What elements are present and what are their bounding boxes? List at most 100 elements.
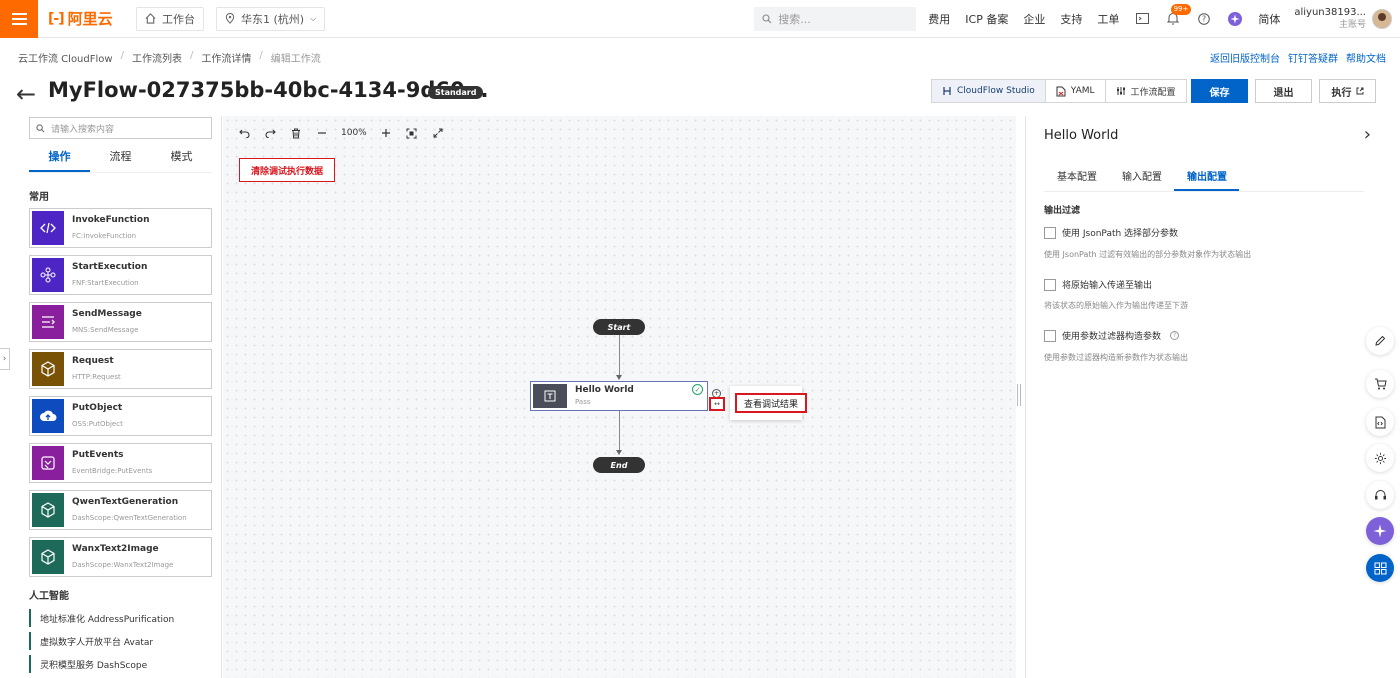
zoom-in-icon[interactable] xyxy=(379,126,393,140)
help-docs-link[interactable]: 帮助文档 xyxy=(1346,50,1386,65)
ai-assistant-float-icon[interactable] xyxy=(1366,517,1394,545)
tab-flow[interactable]: 流程 xyxy=(90,148,151,172)
breadcrumb-cloudflow[interactable]: 云工作流 CloudFlow xyxy=(18,50,113,65)
mode-flow-config[interactable]: 工作流配置 xyxy=(1106,80,1186,102)
start-node[interactable]: Start xyxy=(593,319,645,335)
page-title: MyFlow-027375bb-40bc-4134-9d60... xyxy=(48,78,489,102)
breadcrumb-separator: / xyxy=(259,50,263,61)
workbench-button[interactable]: 工作台 xyxy=(136,6,204,31)
action-name: StartExecution xyxy=(72,262,148,272)
tab-output-config[interactable]: 输出配置 xyxy=(1174,164,1239,191)
action-card-put-events[interactable]: PutEvents EventBridge:PutEvents xyxy=(29,443,212,483)
action-card-put-object[interactable]: PutObject OSS:PutObject xyxy=(29,396,212,436)
nav-link-icp[interactable]: ICP 备案 xyxy=(965,11,1008,27)
option-param-filter[interactable]: 使用参数过滤器构造参数 ? xyxy=(1044,329,1180,342)
mode-cloudflow-studio[interactable]: CloudFlow Studio xyxy=(932,80,1046,102)
redo-icon[interactable] xyxy=(263,126,277,140)
nav-link-ticket[interactable]: 工单 xyxy=(1097,11,1119,27)
cube-icon xyxy=(32,540,64,574)
jsonpath-checkbox[interactable] xyxy=(1044,226,1056,239)
aliyun-logo[interactable]: [-] 阿里云 xyxy=(48,8,118,29)
legacy-console-link[interactable]: 返回旧版控制台 xyxy=(1210,50,1280,65)
flow-icon xyxy=(943,87,951,95)
pass-state-icon xyxy=(533,384,567,408)
bell-icon[interactable]: 99+ xyxy=(1165,3,1192,27)
terminal-icon[interactable] xyxy=(1134,11,1150,27)
logo-text: 阿里云 xyxy=(67,10,113,28)
zoom-out-icon[interactable] xyxy=(315,126,329,140)
flow-nodes-icon xyxy=(32,258,64,292)
collapse-panel-chevron-icon[interactable]: › xyxy=(1364,124,1371,145)
mode-yaml[interactable]: YAML xyxy=(1046,80,1106,102)
tab-input-config[interactable]: 输入配置 xyxy=(1109,164,1174,191)
param-filter-checkbox[interactable] xyxy=(1044,329,1056,342)
document-code-icon[interactable] xyxy=(1366,408,1394,436)
settings-gear-icon[interactable] xyxy=(1366,444,1394,472)
nav-link-billing[interactable]: 费用 xyxy=(928,11,950,27)
apps-grid-icon[interactable] xyxy=(1366,554,1394,582)
ai-item-address-purification[interactable]: 地址标准化 AddressPurification xyxy=(29,609,174,627)
run-button[interactable]: 执行 xyxy=(1319,79,1376,103)
global-search-input[interactable]: 搜索... xyxy=(754,6,917,31)
action-sub: MNS:SendMessage xyxy=(72,326,139,334)
user-menu[interactable]: aliyun38193... 主账号 xyxy=(1294,6,1392,32)
option-jsonpath[interactable]: 使用 JsonPath 选择部分参数 xyxy=(1044,226,1178,239)
zoom-level: 100% xyxy=(341,128,367,138)
breadcrumb-flow-detail[interactable]: 工作流详情 xyxy=(201,50,251,65)
raw-input-checkbox[interactable] xyxy=(1044,278,1056,291)
edit-pen-icon[interactable] xyxy=(1366,327,1394,355)
panel-resize-handle[interactable] xyxy=(1017,384,1021,406)
clear-debug-data-button[interactable]: 清除调试执行数据 xyxy=(239,158,335,182)
tab-patterns[interactable]: 模式 xyxy=(151,148,212,172)
view-debug-result-button[interactable]: 查看调试结果 xyxy=(735,393,807,413)
language-switch[interactable]: 简体 xyxy=(1258,11,1280,27)
action-card-wanx-text2image[interactable]: WanxText2Image DashScope:WanxText2Image xyxy=(29,537,212,577)
action-name: PutEvents xyxy=(72,450,124,460)
cart-icon[interactable] xyxy=(1366,370,1394,398)
ai-item-avatar[interactable]: 虚拟数字人开放平台 Avatar xyxy=(29,632,174,650)
nav-link-support[interactable]: 支持 xyxy=(1060,11,1082,27)
action-card-qwen-text-generation[interactable]: QwenTextGeneration DashScope:QwenTextGene… xyxy=(29,490,212,530)
node-type: Pass xyxy=(575,398,591,406)
option-pass-raw-input[interactable]: 将原始输入传递至输出 xyxy=(1044,278,1152,291)
action-card-start-execution[interactable]: StartExecution FNF:StartExecution xyxy=(29,255,212,295)
headset-icon[interactable] xyxy=(1366,481,1394,509)
view-result-trigger-icon[interactable]: ↔ xyxy=(709,397,725,411)
action-sub: FNF:StartExecution xyxy=(72,279,139,287)
breadcrumb-separator: / xyxy=(189,50,194,61)
exit-button[interactable]: 退出 xyxy=(1255,79,1312,103)
end-node[interactable]: End xyxy=(593,457,645,473)
region-label: 华东1 (杭州) xyxy=(241,12,305,26)
action-card-request[interactable]: Request HTTP:Request xyxy=(29,349,212,389)
back-arrow-icon[interactable]: ← xyxy=(16,80,36,108)
help-icon[interactable]: ? xyxy=(1196,11,1212,27)
ai-assistant-icon[interactable] xyxy=(1227,11,1243,27)
chevron-right-icon[interactable]: › xyxy=(0,348,10,370)
tab-basic-config[interactable]: 基本配置 xyxy=(1044,164,1109,191)
question-mark-icon[interactable]: ? xyxy=(1170,331,1180,340)
top-right-links: 返回旧版控制台 钉钉答疑群 帮助文档 xyxy=(1210,50,1386,65)
fullscreen-icon[interactable] xyxy=(431,126,445,140)
tab-operations[interactable]: 操作 xyxy=(29,148,90,172)
fit-view-icon[interactable] xyxy=(405,126,419,140)
save-button[interactable]: 保存 xyxy=(1191,79,1248,103)
action-card-send-message[interactable]: SendMessage MNS:SendMessage xyxy=(29,302,212,342)
mode-label: 工作流配置 xyxy=(1130,87,1176,98)
flow-canvas[interactable]: 100% 清除调试执行数据 Start Hello World Pass ✓ +… xyxy=(223,116,1016,678)
hamburger-menu-icon[interactable] xyxy=(0,0,38,38)
region-selector[interactable]: 华东1 (杭州) ⌵ xyxy=(216,6,326,31)
events-icon xyxy=(32,446,64,480)
avatar[interactable] xyxy=(1372,8,1392,29)
undo-icon[interactable] xyxy=(237,126,251,140)
node-search-input[interactable]: 请输入搜索内容 xyxy=(29,117,212,139)
nav-link-enterprise[interactable]: 企业 xyxy=(1023,11,1045,27)
dingtalk-group-link[interactable]: 钉钉答疑群 xyxy=(1288,50,1338,65)
code-icon xyxy=(32,211,64,245)
location-icon xyxy=(225,13,235,24)
option-label: 将原始输入传递至输出 xyxy=(1062,281,1153,291)
action-card-invoke-function[interactable]: InvokeFunction FC:InvokeFunction xyxy=(29,208,212,248)
state-node-hello-world[interactable]: Hello World Pass ✓ xyxy=(530,381,708,411)
trash-icon[interactable] xyxy=(289,126,303,140)
breadcrumb-flow-list[interactable]: 工作流列表 xyxy=(132,50,182,65)
ai-item-dashscope[interactable]: 灵积模型服务 DashScope xyxy=(29,655,174,673)
